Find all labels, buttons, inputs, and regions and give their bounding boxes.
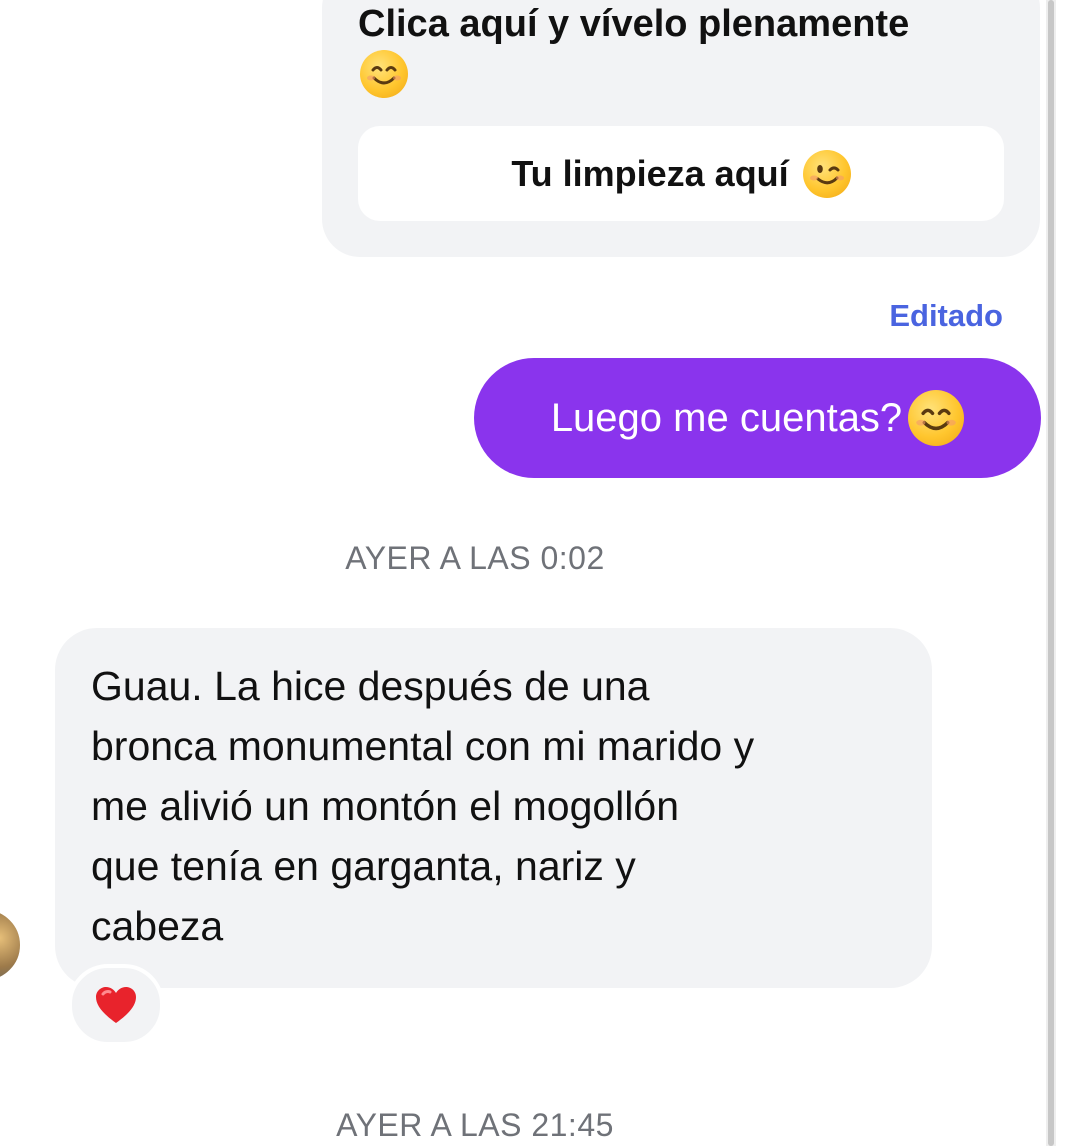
outgoing-message-text: Luego me cuentas?: [550, 395, 903, 440]
edited-label: Editado: [889, 298, 1003, 333]
outgoing-message-bubble[interactable]: Luego me cuentas?: [474, 358, 1041, 478]
timestamp-divider: AYER A LAS 0:02: [345, 540, 605, 576]
card-text: Clica aquí y vívelo plenamente: [358, 3, 910, 45]
scrollbar-thumb[interactable]: [1048, 0, 1054, 1146]
card-link-button[interactable]: Tu limpieza aquí: [358, 126, 1004, 221]
card-text-emoji: [360, 50, 408, 98]
smiling-face-emoji-icon: [908, 390, 965, 446]
winking-face-emoji-icon: [802, 149, 851, 198]
card-button-label: Tu limpieza aquí: [511, 152, 789, 194]
incoming-message-text: Guau. La hice después de una bronca monu…: [91, 663, 755, 949]
reaction-badge[interactable]: [68, 964, 164, 1046]
timestamp-divider: AYER A LAS 21:45: [336, 1107, 614, 1143]
chat-thread: Clica aquí y vívelo plenamente Tu limpie…: [0, 0, 1065, 1146]
avatar[interactable]: [0, 908, 22, 982]
smiling-face-emoji-icon: [360, 50, 408, 98]
heart-icon: [96, 987, 136, 1023]
